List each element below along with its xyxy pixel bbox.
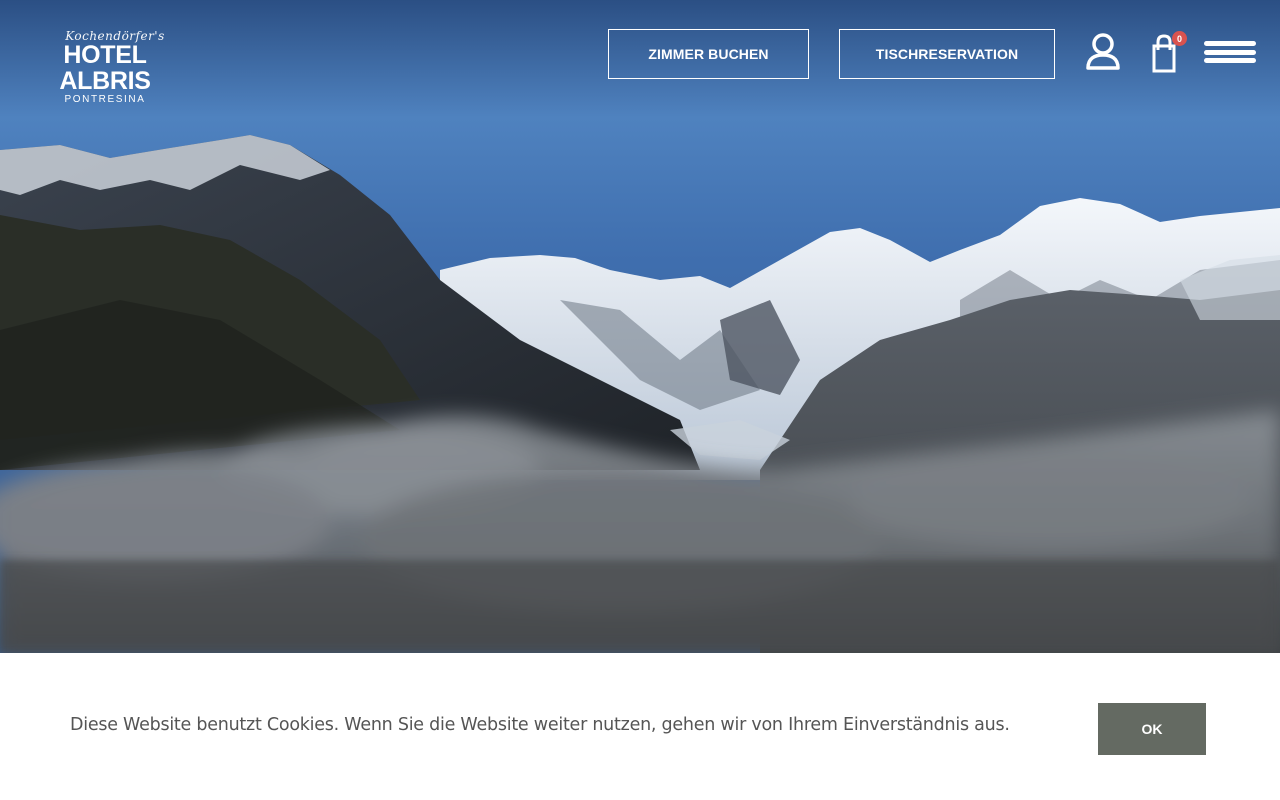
- cookie-ok-button[interactable]: OK: [1098, 703, 1206, 755]
- cookie-message: Diese Website benutzt Cookies. Wenn Sie …: [70, 715, 1010, 735]
- table-reservation-button[interactable]: TISCHRESERVATION: [839, 29, 1055, 79]
- book-room-button[interactable]: ZIMMER BUCHEN: [608, 29, 809, 79]
- logo-script-text: Kochendörfer's: [65, 29, 165, 43]
- cart-count-badge: 0: [1172, 31, 1187, 46]
- hotel-logo[interactable]: Kochendörfer's HOTEL ALBRIS PONTRESINA: [24, 30, 186, 105]
- hamburger-menu-icon[interactable]: [1204, 41, 1256, 63]
- user-icon[interactable]: [1085, 33, 1121, 71]
- site-header: Kochendörfer's HOTEL ALBRIS PONTRESINA Z…: [0, 0, 1280, 110]
- logo-hotel-name: HOTEL ALBRIS: [59, 41, 151, 95]
- logo-location: PONTRESINA: [64, 94, 146, 105]
